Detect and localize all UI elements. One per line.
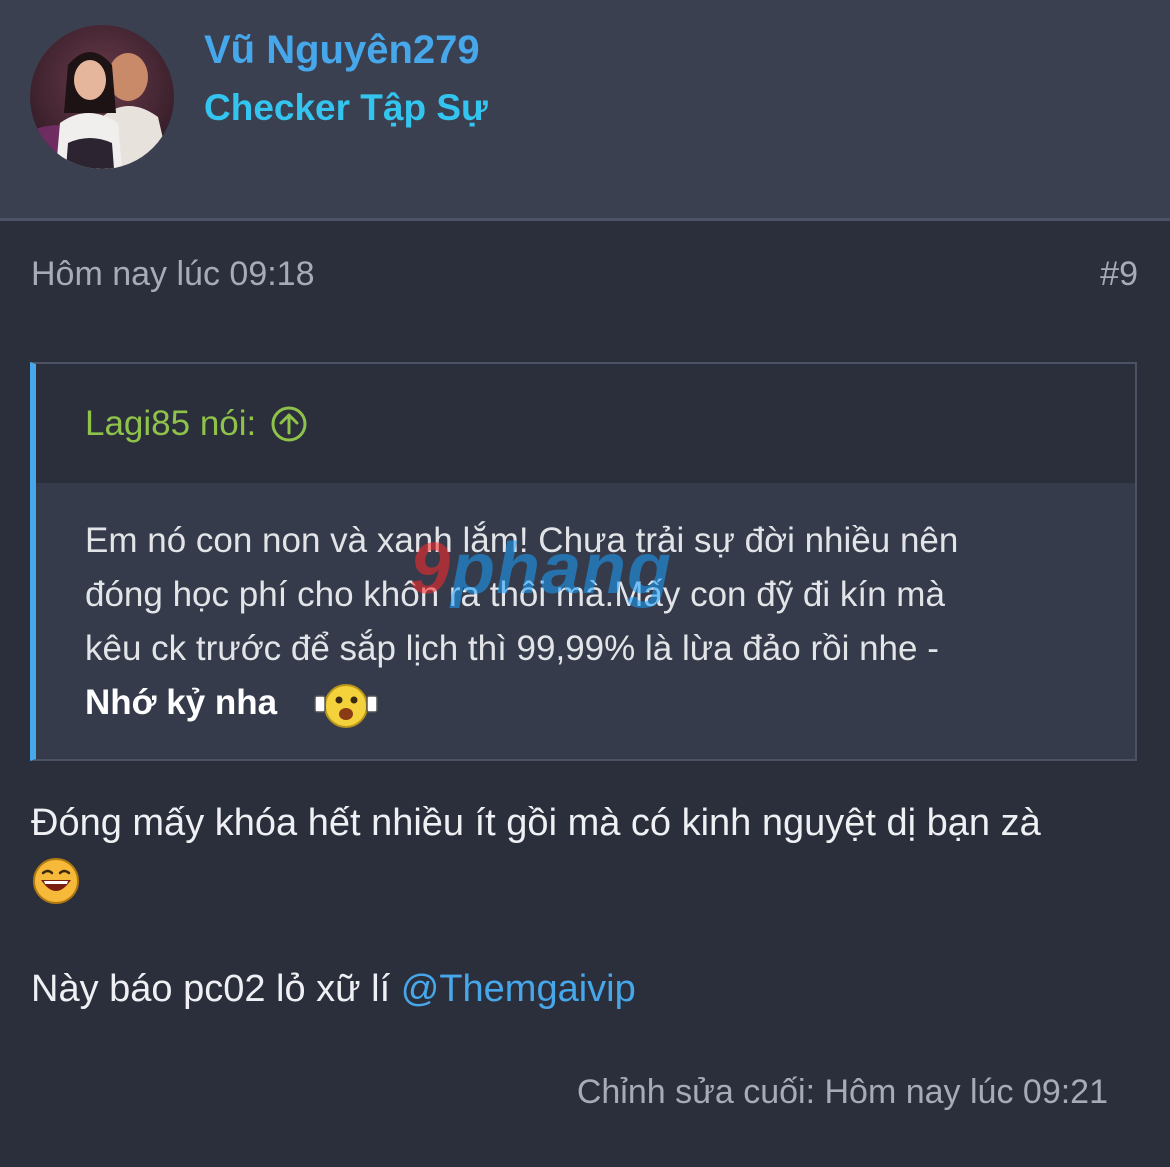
post-timestamp[interactable]: Hôm nay lúc 09:18 — [31, 255, 315, 294]
post-number[interactable]: #9 — [1100, 255, 1138, 294]
avatar[interactable] — [30, 25, 174, 169]
quote-author[interactable]: Lagi85 nói: — [85, 404, 256, 444]
quote-line: kêu ck trước để sắp lịch thì 99,99% là l… — [85, 629, 939, 668]
post-body-line: Này báo pc02 lỏ xữ lí @Themgaivip — [31, 968, 636, 1011]
last-edited-info: Chỉnh sửa cuối: Hôm nay lúc 09:21 — [576, 1073, 1108, 1111]
user-mention-link[interactable]: @Themgaivip — [401, 968, 636, 1010]
quote-bold-text: Nhớ kỷ nha — [85, 683, 278, 722]
watermark-rest: phang — [451, 529, 673, 609]
quote-header: Lagi85 nói: — [36, 364, 1135, 483]
avatar-photo — [30, 25, 174, 169]
site-watermark: 9phang — [410, 528, 672, 610]
user-header: Vũ Nguyên279 Checker Tập Sự — [0, 0, 1170, 221]
username[interactable]: Vũ Nguyên279 — [204, 28, 480, 73]
post-body: Đóng mấy khóa hết nhiều ít gồi mà có kin… — [31, 795, 1141, 907]
post-body-line-text: Này báo pc02 lỏ xữ lí — [31, 968, 401, 1010]
quote-last-line: Nhớ kỷ nha — [85, 676, 1095, 730]
post-body-text: Đóng mấy khóa hết nhiều ít gồi mà có kin… — [31, 802, 1041, 844]
arrow-up-circle-icon[interactable] — [270, 405, 308, 443]
laughing-emoji-icon — [33, 857, 79, 904]
user-title: Checker Tập Sự — [204, 87, 488, 128]
watermark-first: 9 — [410, 529, 452, 609]
excited-emoji-icon — [314, 683, 378, 728]
